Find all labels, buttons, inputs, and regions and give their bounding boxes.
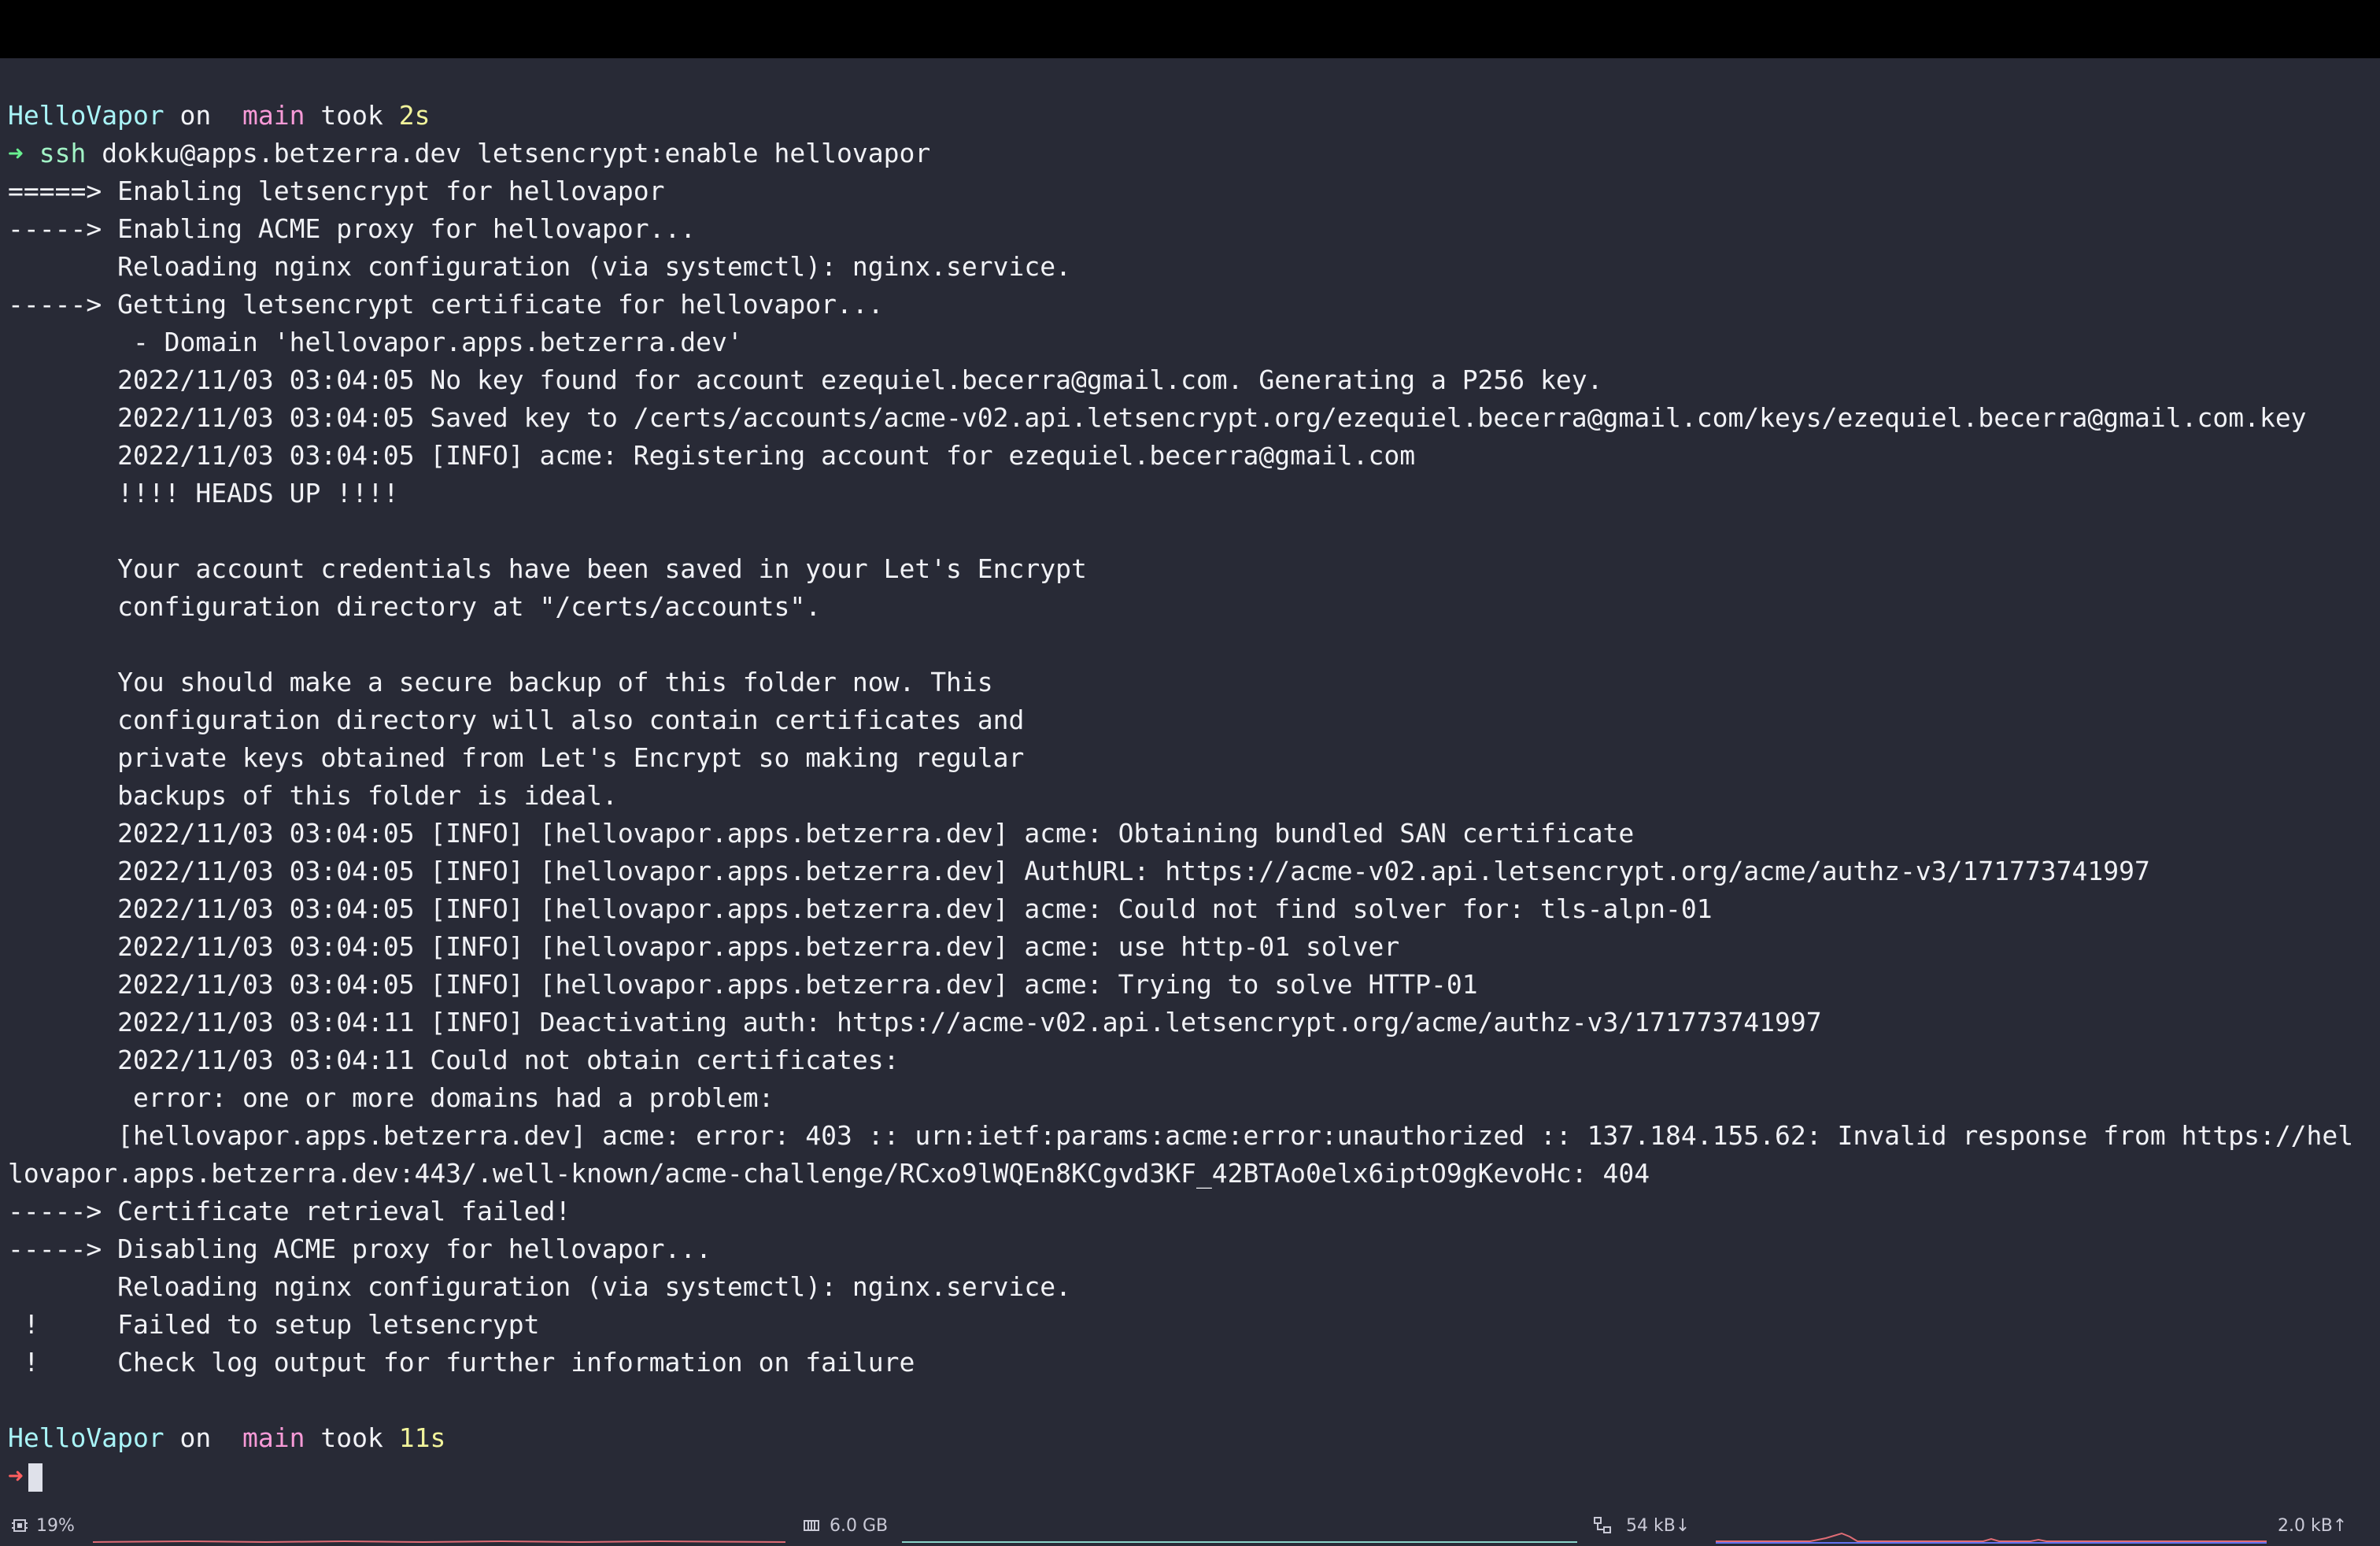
prompt-directory: HelloVapor bbox=[8, 100, 164, 131]
prompt-arrow-icon: ➜ bbox=[8, 1460, 24, 1491]
text-cursor[interactable] bbox=[28, 1463, 42, 1492]
output-line: -----> Getting letsencrypt certificate f… bbox=[8, 289, 884, 320]
prompt-branch: main bbox=[242, 1422, 305, 1453]
network-upload: 2.0 kB↑ bbox=[2278, 1516, 2348, 1536]
output-line: You should make a secure backup of this … bbox=[8, 667, 993, 697]
command-output: =====> Enabling letsencrypt for hellovap… bbox=[8, 172, 2377, 1419]
prompt-duration: 2s bbox=[398, 100, 431, 131]
output-line: - Domain 'hellovapor.apps.betzerra.dev' bbox=[8, 327, 743, 357]
command-name: ssh bbox=[39, 138, 87, 168]
output-line: 2022/11/03 03:04:05 Saved key to /certs/… bbox=[8, 402, 2307, 433]
network-download: 54 kB↓ bbox=[1626, 1516, 1691, 1536]
output-line: backups of this folder is ideal. bbox=[8, 780, 618, 811]
output-line: !!!! HEADS UP !!!! bbox=[8, 478, 399, 509]
status-bar: 19% 6.0 GB 54 kB↓ 2.0 kB↑ bbox=[0, 1507, 2380, 1546]
memory-icon bbox=[803, 1516, 820, 1536]
prompt-on-text: on bbox=[164, 1422, 227, 1453]
output-line: 2022/11/03 03:04:05 [INFO] [hellovapor.a… bbox=[8, 931, 1400, 962]
memory-graph bbox=[902, 1541, 1577, 1543]
prompt-on-text: on bbox=[164, 100, 227, 131]
output-line: ! Check log output for further informati… bbox=[8, 1347, 915, 1378]
prompt-duration: 11s bbox=[398, 1422, 446, 1453]
input-line[interactable]: ➜ bbox=[8, 1457, 2377, 1495]
network-graph bbox=[1716, 1532, 2267, 1544]
terminal-output[interactable]: HelloVapor on main took 2s ➜ ssh dokku@a… bbox=[8, 97, 2377, 1495]
output-line: lovapor.apps.betzerra.dev:443/.well-know… bbox=[8, 1158, 1650, 1189]
output-line: -----> Disabling ACME proxy for hellovap… bbox=[8, 1233, 712, 1264]
output-line: [hellovapor.apps.betzerra.dev] acme: err… bbox=[8, 1120, 2354, 1151]
output-line: 2022/11/03 03:04:05 [INFO] acme: Registe… bbox=[8, 440, 1416, 471]
prompt-line: HelloVapor on main took 11s bbox=[8, 1419, 2377, 1457]
output-line: =====> Enabling letsencrypt for hellovap… bbox=[8, 176, 665, 206]
window-title-bar bbox=[0, 0, 2380, 58]
memory-usage: 6.0 GB bbox=[830, 1516, 889, 1536]
output-line: 2022/11/03 03:04:11 [INFO] Deactivating … bbox=[8, 1007, 1822, 1037]
output-line: configuration directory will also contai… bbox=[8, 705, 1025, 735]
prompt-took-text: took bbox=[305, 100, 399, 131]
output-line: 2022/11/03 03:04:05 [INFO] [hellovapor.a… bbox=[8, 818, 1635, 849]
output-line: configuration directory at "/certs/accou… bbox=[8, 591, 822, 622]
output-line: -----> Certificate retrieval failed! bbox=[8, 1196, 571, 1226]
command-args: dokku@apps.betzerra.dev letsencrypt:enab… bbox=[86, 138, 931, 168]
prompt-line: HelloVapor on main took 2s bbox=[8, 97, 2377, 135]
output-line: 2022/11/03 03:04:05 [INFO] [hellovapor.a… bbox=[8, 893, 1713, 924]
cpu-usage: 19% bbox=[36, 1516, 75, 1536]
output-line: 2022/11/03 03:04:05 [INFO] [hellovapor.a… bbox=[8, 969, 1478, 1000]
output-line: Your account credentials have been saved… bbox=[8, 553, 1087, 584]
output-line: Reloading nginx configuration (via syste… bbox=[8, 251, 1072, 282]
output-line: 2022/11/03 03:04:11 Could not obtain cer… bbox=[8, 1045, 900, 1075]
output-line: -----> Enabling ACME proxy for hellovapo… bbox=[8, 213, 697, 244]
output-line: ! Failed to setup letsencrypt bbox=[8, 1309, 540, 1340]
output-line: 2022/11/03 03:04:05 [INFO] [hellovapor.a… bbox=[8, 856, 2150, 886]
output-line: 2022/11/03 03:04:05 No key found for acc… bbox=[8, 364, 1603, 395]
output-line: private keys obtained from Let's Encrypt… bbox=[8, 742, 1025, 773]
command-line: ➜ ssh dokku@apps.betzerra.dev letsencryp… bbox=[8, 135, 2377, 172]
prompt-branch: main bbox=[242, 100, 305, 131]
cpu-graph bbox=[93, 1540, 785, 1544]
prompt-arrow-icon: ➜ bbox=[8, 138, 24, 168]
cpu-icon bbox=[11, 1516, 28, 1536]
output-line: Reloading nginx configuration (via syste… bbox=[8, 1271, 1072, 1302]
prompt-took-text: took bbox=[305, 1422, 399, 1453]
network-icon bbox=[1593, 1516, 1613, 1536]
output-line: error: one or more domains had a problem… bbox=[8, 1082, 774, 1113]
prompt-directory: HelloVapor bbox=[8, 1422, 164, 1453]
